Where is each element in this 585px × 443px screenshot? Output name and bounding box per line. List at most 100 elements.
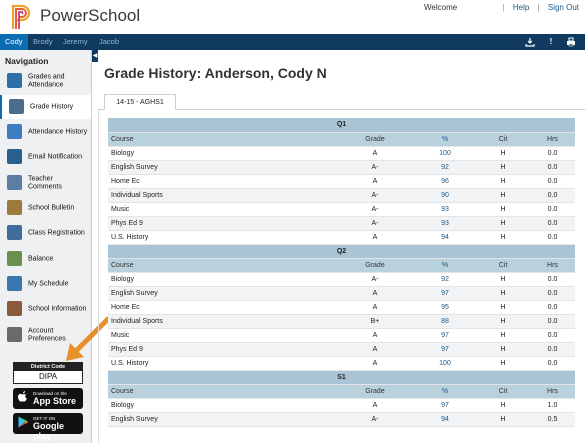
cell-pct[interactable]: 100 [414, 146, 476, 161]
cell-course: Music [108, 328, 336, 343]
term-header-row: Q1 [108, 118, 575, 133]
cell-pct[interactable]: 97 [414, 286, 476, 301]
cell-hrs: 0.0 [530, 174, 575, 189]
table-row: Biology A- 92 H 0.0 [108, 272, 575, 287]
sidebar-item-email[interactable]: Email Notification [0, 145, 91, 169]
cell-course: English Survey [108, 160, 336, 175]
sidebar-item-schedule[interactable]: My Schedule [0, 272, 91, 296]
column-header-cit: Cit [476, 384, 530, 399]
term-name: S1 [108, 370, 575, 385]
table-row: English Survey A- 92 H 0.0 [108, 160, 575, 175]
cell-cit: H [476, 286, 530, 301]
attendance-icon [7, 124, 22, 139]
column-header-pct: % [414, 258, 476, 273]
cell-grade: A [336, 398, 414, 413]
sidebar-item-label: Grades and Attendance [28, 73, 65, 89]
cell-grade: A- [336, 160, 414, 175]
student-tab-cody[interactable]: Cody [0, 34, 28, 50]
cell-hrs: 0.0 [530, 146, 575, 161]
cell-pct[interactable]: 94 [414, 230, 476, 245]
cell-cit: H [476, 216, 530, 231]
alert-icon[interactable]: ! [546, 37, 556, 47]
table-row: U.S. History A 94 H 0.0 [108, 230, 575, 245]
preferences-icon [7, 327, 22, 342]
cell-hrs: 0.0 [530, 230, 575, 245]
column-header-pct: % [414, 132, 476, 147]
column-header-hrs: Hrs [530, 132, 575, 147]
cell-pct[interactable]: 97 [414, 342, 476, 357]
sidebar-item-grades[interactable]: Grades and Attendance [0, 69, 91, 93]
app-store-button[interactable]: Download on the App Store [13, 388, 83, 409]
cell-cit: H [476, 314, 530, 329]
table-row: Music A- 93 H 0.0 [108, 202, 575, 217]
cell-course: Home Ec [108, 174, 336, 189]
sidebar-item-registration[interactable]: Class Registration [0, 221, 91, 245]
cell-pct[interactable]: 93 [414, 216, 476, 231]
cell-course: Phys Ed 9 [108, 216, 336, 231]
student-tab-jeremy[interactable]: Jeremy [58, 34, 93, 50]
column-header-row: Course Grade% Cit Hrs [108, 384, 575, 399]
sidebar-item-attendance[interactable]: Attendance History [0, 120, 91, 144]
cell-pct[interactable]: 97 [414, 398, 476, 413]
cell-course: English Survey [108, 286, 336, 301]
cell-pct[interactable]: 93 [414, 202, 476, 217]
sidebar-item-bulletin[interactable]: School Bulletin [0, 196, 91, 220]
cell-hrs: 0.5 [530, 412, 575, 427]
term-name: Q1 [108, 118, 575, 133]
cell-hrs: 0.0 [530, 328, 575, 343]
cell-cit: H [476, 328, 530, 343]
student-bar: Cody Brody Jeremy Jacob ! [0, 34, 585, 50]
cell-pct[interactable]: 97 [414, 328, 476, 343]
cell-cit: H [476, 230, 530, 245]
cell-pct[interactable]: 96 [414, 174, 476, 189]
school-icon [7, 301, 22, 316]
column-header-grade: Grade [336, 132, 414, 147]
column-header-pct: % [414, 384, 476, 399]
cell-grade: A [336, 342, 414, 357]
column-header-cit: Cit [476, 258, 530, 273]
cell-hrs: 0.0 [530, 202, 575, 217]
sidebar-item-grade-history[interactable]: Grade History [0, 95, 91, 119]
tab-term[interactable]: 14-15 - AGHS1 [104, 94, 176, 110]
app-store-big: App Store [33, 396, 77, 406]
cell-hrs: 0.0 [530, 160, 575, 175]
sidebar-item-balance[interactable]: Balance [0, 247, 91, 271]
cell-grade: A- [336, 272, 414, 287]
cell-grade: A- [336, 412, 414, 427]
help-link[interactable]: Help [513, 3, 529, 12]
column-header-hrs: Hrs [530, 258, 575, 273]
download-icon[interactable] [525, 37, 535, 47]
header-links: | Help | Sign Out [502, 3, 579, 12]
grade-history-table: Q1 Course Grade% Cit Hrs Biology A 100 H 0.0 Engli… [108, 118, 575, 427]
cell-pct[interactable]: 94 [414, 412, 476, 427]
cell-cit: H [476, 202, 530, 217]
cell-pct[interactable]: 95 [414, 300, 476, 315]
cell-course: Music [108, 202, 336, 217]
google-play-button[interactable]: GET IT ON Google play [13, 413, 83, 441]
student-tab-jacob[interactable]: Jacob [94, 34, 124, 50]
sidebar-item-comments[interactable]: Teacher Comments [0, 171, 91, 195]
cell-hrs: 0.0 [530, 272, 575, 287]
sign-out-link[interactable]: Sign Out [548, 3, 579, 12]
column-header-grade: Grade [336, 258, 414, 273]
cell-pct[interactable]: 88 [414, 314, 476, 329]
cell-pct[interactable]: 100 [414, 356, 476, 371]
column-header-row: Course Grade% Cit Hrs [108, 258, 575, 273]
cell-course: Home Ec [108, 300, 336, 315]
bulletin-icon [7, 200, 22, 215]
cell-pct[interactable]: 92 [414, 160, 476, 175]
table-row: English Survey A 97 H 0.0 [108, 286, 575, 301]
cell-cit: H [476, 174, 530, 189]
cell-cit: H [476, 272, 530, 287]
cell-pct[interactable]: 92 [414, 272, 476, 287]
app-header: PowerSchool Welcome | Help | Sign Out [0, 0, 585, 34]
table-row: Biology A 97 H 1.0 [108, 398, 575, 413]
cell-course: U.S. History [108, 356, 336, 371]
table-row: Individual Sports A- 90 H 0.0 [108, 188, 575, 203]
sidebar: Navigation Grades and Attendance Grade Hi… [0, 50, 92, 443]
student-tab-brody[interactable]: Brody [28, 34, 58, 50]
cell-pct[interactable]: 90 [414, 188, 476, 203]
cell-hrs: 0.0 [530, 342, 575, 357]
cell-grade: B+ [336, 314, 414, 329]
printer-icon[interactable] [566, 37, 576, 47]
